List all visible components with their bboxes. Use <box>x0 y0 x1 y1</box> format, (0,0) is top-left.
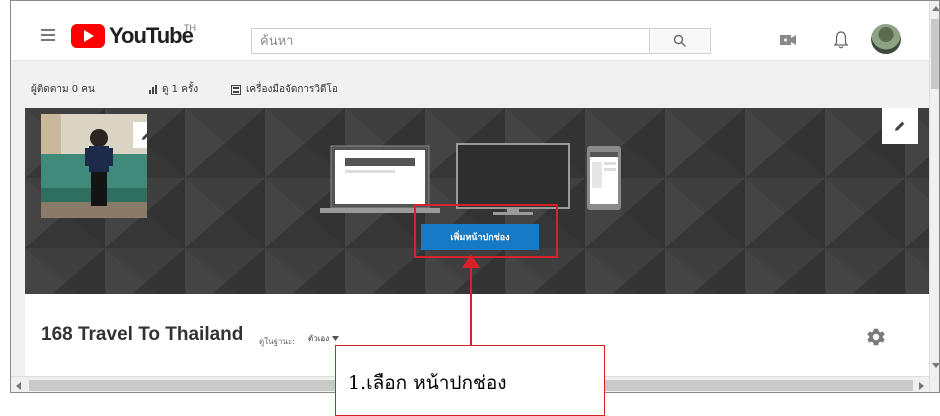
scroll-right-icon[interactable] <box>919 382 924 390</box>
edit-profile-button[interactable] <box>133 122 147 148</box>
view-count[interactable]: ดู 1 ครั้ง <box>149 82 198 97</box>
gear-icon <box>867 328 885 346</box>
scroll-up-icon[interactable] <box>932 6 939 11</box>
avatar[interactable] <box>871 24 901 54</box>
youtube-logo[interactable]: YouTube <box>71 23 194 49</box>
notifications-button[interactable] <box>828 27 854 53</box>
bell-icon <box>834 31 848 49</box>
annotation-callout: 1.เลือก หน้าปกช่อง <box>335 345 605 416</box>
search-icon <box>673 34 686 47</box>
search-button[interactable] <box>649 28 711 54</box>
youtube-header: YouTube TH <box>11 1 929 61</box>
search-input[interactable] <box>251 28 649 54</box>
logo-region: TH <box>184 23 196 33</box>
phone-illustration <box>587 146 621 210</box>
video-camera-icon <box>780 35 796 45</box>
channel-name: 168 Travel To Thailand <box>41 324 244 345</box>
pencil-icon <box>895 121 905 131</box>
chevron-down-icon <box>332 336 340 341</box>
view-count-label: ดู 1 ครั้ง <box>162 84 199 95</box>
channel-stats-bar: ผู้ติดตาม 0 คน ดู 1 ครั้ง เครื่องมือจัดก… <box>11 62 929 108</box>
annotation-arrow-line <box>470 262 472 347</box>
view-as-value: ตัวเอง <box>308 334 330 343</box>
play-icon <box>71 24 105 48</box>
menu-icon[interactable] <box>41 29 55 41</box>
logo-text: YouTube <box>109 23 194 48</box>
vertical-scrollbar[interactable] <box>929 1 939 392</box>
highlight-box <box>414 204 558 258</box>
annotation-arrowhead-icon <box>462 254 480 268</box>
view-as-label: ดูในฐานะ: <box>259 337 295 346</box>
vertical-scroll-thumb[interactable] <box>931 19 939 89</box>
annotation-text: 1.เลือก หน้าปกช่อง <box>348 372 507 394</box>
scroll-left-icon[interactable] <box>16 382 21 390</box>
scroll-down-icon[interactable] <box>932 363 939 368</box>
subscriber-count[interactable]: ผู้ติดตาม 0 คน <box>31 82 95 97</box>
video-manager-icon <box>231 84 241 95</box>
video-manager-label: เครื่องมือจัดการวิดีโอ <box>246 84 338 95</box>
pencil-icon <box>141 132 147 140</box>
video-manager-link[interactable]: เครื่องมือจัดการวิดีโอ <box>231 82 338 97</box>
profile-photo <box>41 114 147 218</box>
channel-settings-button[interactable] <box>865 326 889 350</box>
search-bar <box>251 28 711 54</box>
edit-channel-art-button[interactable] <box>882 108 918 144</box>
laptop-illustration <box>320 145 440 213</box>
channel-profile-picture[interactable] <box>41 114 147 218</box>
create-video-button[interactable] <box>775 27 801 53</box>
browser-viewport: YouTube TH ค้นหา ผู้ติดตาม 0 คน ดู 1 ครั… <box>10 0 940 393</box>
subscriber-count-label: ผู้ติดตาม 0 คน <box>31 84 95 95</box>
stats-bars-icon <box>149 85 157 94</box>
view-as-dropdown[interactable]: ตัวเอง <box>308 332 340 345</box>
